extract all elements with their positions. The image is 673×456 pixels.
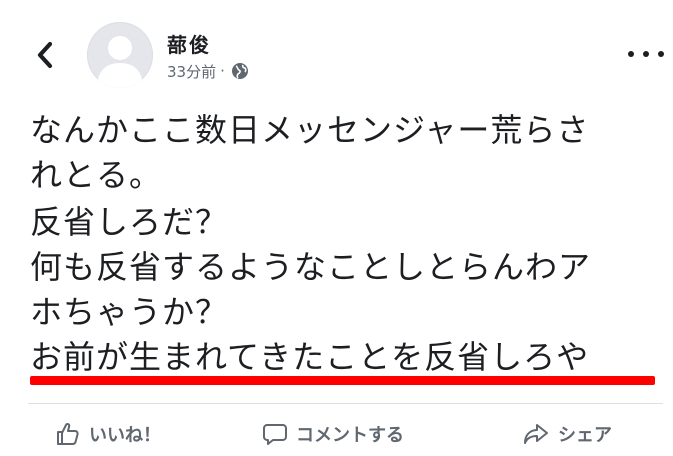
avatar[interactable] bbox=[87, 22, 153, 88]
post-header: 蔀俊 33分前 · bbox=[0, 0, 673, 105]
more-dot-icon bbox=[628, 51, 634, 57]
thumbs-up-icon bbox=[57, 422, 79, 445]
comment-icon bbox=[263, 424, 287, 445]
like-button[interactable]: いいね！ bbox=[55, 418, 161, 450]
post-meta: 33分前 · bbox=[167, 60, 249, 82]
back-button[interactable] bbox=[28, 38, 62, 72]
post-text-line-highlighted: お前が生まれてきたことを反省しろや bbox=[30, 335, 662, 380]
post-text-line: なんかここ数日メッセンジャー荒らさ bbox=[30, 111, 590, 149]
post-body: なんかここ数日メッセンジャー荒らさ れとる。 反省しろだ？ 何も反省するようなこ… bbox=[30, 108, 662, 380]
default-avatar-icon bbox=[97, 36, 143, 88]
divider bbox=[28, 403, 663, 404]
post-text-line: 反省しろだ？ bbox=[30, 203, 229, 241]
chevron-left-icon bbox=[37, 41, 53, 69]
highlighted-text: お前が生まれてきたことを反省しろや bbox=[30, 338, 590, 376]
globe-icon bbox=[231, 63, 248, 79]
post-text-line: 何も反省するようなことしとらんわア bbox=[30, 248, 592, 286]
share-label: シェア bbox=[558, 425, 612, 446]
share-button[interactable]: シェア bbox=[522, 418, 612, 450]
red-underline-annotation bbox=[30, 376, 655, 385]
more-dot-icon bbox=[658, 51, 664, 57]
post-timestamp[interactable]: 33分前 bbox=[167, 61, 216, 82]
post-text-line: れとる。 bbox=[30, 156, 163, 194]
post-actions-bar: いいね！ コメントする シェア bbox=[0, 410, 673, 456]
comment-label: コメントする bbox=[296, 425, 404, 446]
author-name[interactable]: 蔀俊 bbox=[167, 29, 211, 58]
more-options-button[interactable] bbox=[628, 44, 664, 64]
more-dot-icon bbox=[643, 51, 649, 57]
post-text-line: ホちゃうか？ bbox=[30, 293, 229, 331]
comment-button[interactable]: コメントする bbox=[262, 418, 404, 450]
meta-separator: · bbox=[220, 62, 225, 80]
share-arrow-icon bbox=[524, 424, 548, 444]
like-label: いいね！ bbox=[89, 425, 161, 446]
